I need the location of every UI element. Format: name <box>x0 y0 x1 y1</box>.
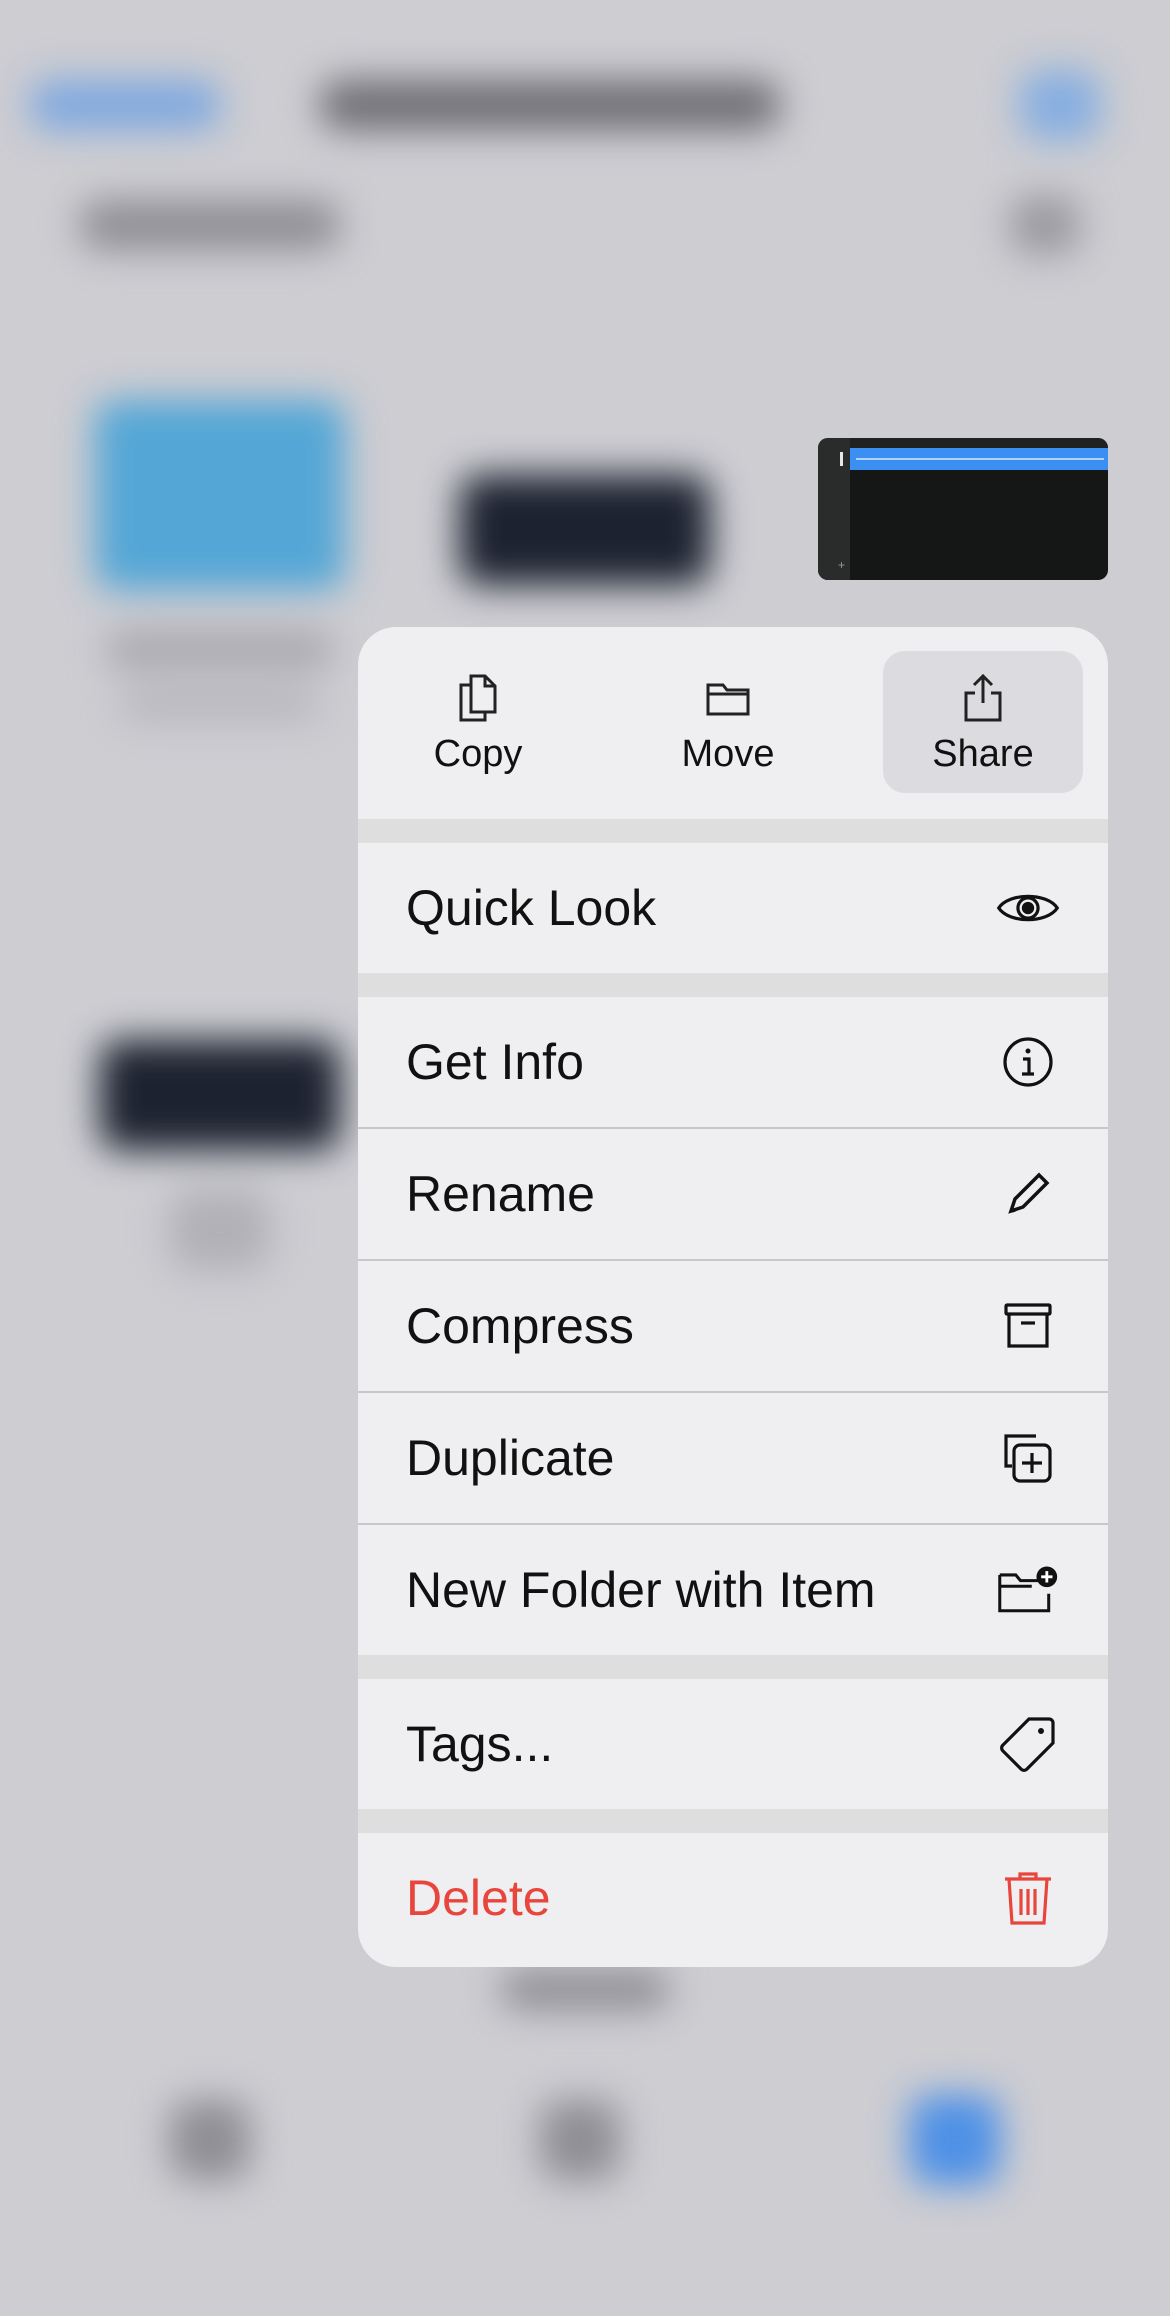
menu-item-compress[interactable]: Compress <box>358 1261 1108 1391</box>
back-button-blurred <box>30 80 220 130</box>
copy-label: Copy <box>433 733 523 775</box>
duplicate-plus-icon <box>996 1426 1060 1490</box>
menu-item-label: Quick Look <box>406 880 657 936</box>
nav-action-blurred <box>1020 70 1100 140</box>
pencil-icon <box>996 1162 1060 1226</box>
tag-icon <box>996 1712 1060 1776</box>
menu-item-label: New Folder with Item <box>406 1562 876 1618</box>
folder-meta-blurred <box>120 690 320 720</box>
item-count-blurred <box>500 1970 670 2010</box>
share-button[interactable]: Share <box>883 651 1083 793</box>
preview-ruler <box>850 438 1108 448</box>
tab-shared-blurred <box>540 2100 620 2180</box>
menu-item-label: Rename <box>406 1166 595 1222</box>
share-icon <box>964 673 1002 722</box>
nav-title-blurred <box>320 80 780 130</box>
menu-item-label: Duplicate <box>406 1430 615 1486</box>
file-thumbnail-blurred <box>100 1040 340 1150</box>
folder-icon <box>706 683 750 716</box>
preview-gutter <box>818 438 850 580</box>
file-preview-thumbnail[interactable]: + <box>818 438 1108 580</box>
copy-icon <box>459 674 497 722</box>
menu-item-label: Get Info <box>406 1034 584 1090</box>
section-separator <box>358 1655 1108 1679</box>
section-separator <box>358 973 1108 997</box>
audio-waveform <box>856 458 1104 460</box>
search-option-blurred <box>1010 195 1080 255</box>
info-icon <box>996 1030 1060 1094</box>
menu-item-label: Delete <box>406 1870 551 1926</box>
menu-item-get-info[interactable]: Get Info <box>358 997 1108 1127</box>
menu-item-label: Compress <box>406 1298 634 1354</box>
menu-item-quick-look[interactable]: Quick Look <box>358 843 1108 973</box>
menu-item-duplicate[interactable]: Duplicate <box>358 1393 1108 1523</box>
menu-item-label: Tags... <box>406 1716 554 1772</box>
trash-icon <box>996 1866 1060 1930</box>
folder-plus-icon <box>996 1558 1060 1622</box>
file-label-blurred <box>170 1190 270 1270</box>
menu-item-delete[interactable]: Delete <box>358 1833 1108 1963</box>
file-thumbnail-blurred <box>460 475 710 585</box>
quick-actions-bar: Copy Move Share <box>358 627 1108 819</box>
context-menu: Copy Move Share Quick Look Get Info Rena… <box>358 627 1108 1967</box>
move-button[interactable]: Move <box>628 651 828 793</box>
search-bar-blurred <box>80 200 340 250</box>
section-separator <box>358 1809 1108 1833</box>
tab-browse-blurred <box>910 2095 1000 2185</box>
menu-item-new-folder-with-item[interactable]: New Folder with Item <box>358 1525 1108 1655</box>
share-label: Share <box>932 733 1034 775</box>
menu-item-tags[interactable]: Tags... <box>358 1679 1108 1809</box>
folder-label-blurred <box>105 630 335 670</box>
folder-icon <box>95 400 345 590</box>
copy-button[interactable]: Copy <box>378 651 578 793</box>
playhead <box>840 452 843 466</box>
menu-item-rename[interactable]: Rename <box>358 1129 1108 1259</box>
tab-recents-blurred <box>170 2100 250 2180</box>
section-separator <box>358 819 1108 843</box>
plus-icon: + <box>838 558 846 572</box>
move-label: Move <box>681 733 775 775</box>
eye-icon <box>996 876 1060 940</box>
archive-box-icon <box>996 1294 1060 1358</box>
